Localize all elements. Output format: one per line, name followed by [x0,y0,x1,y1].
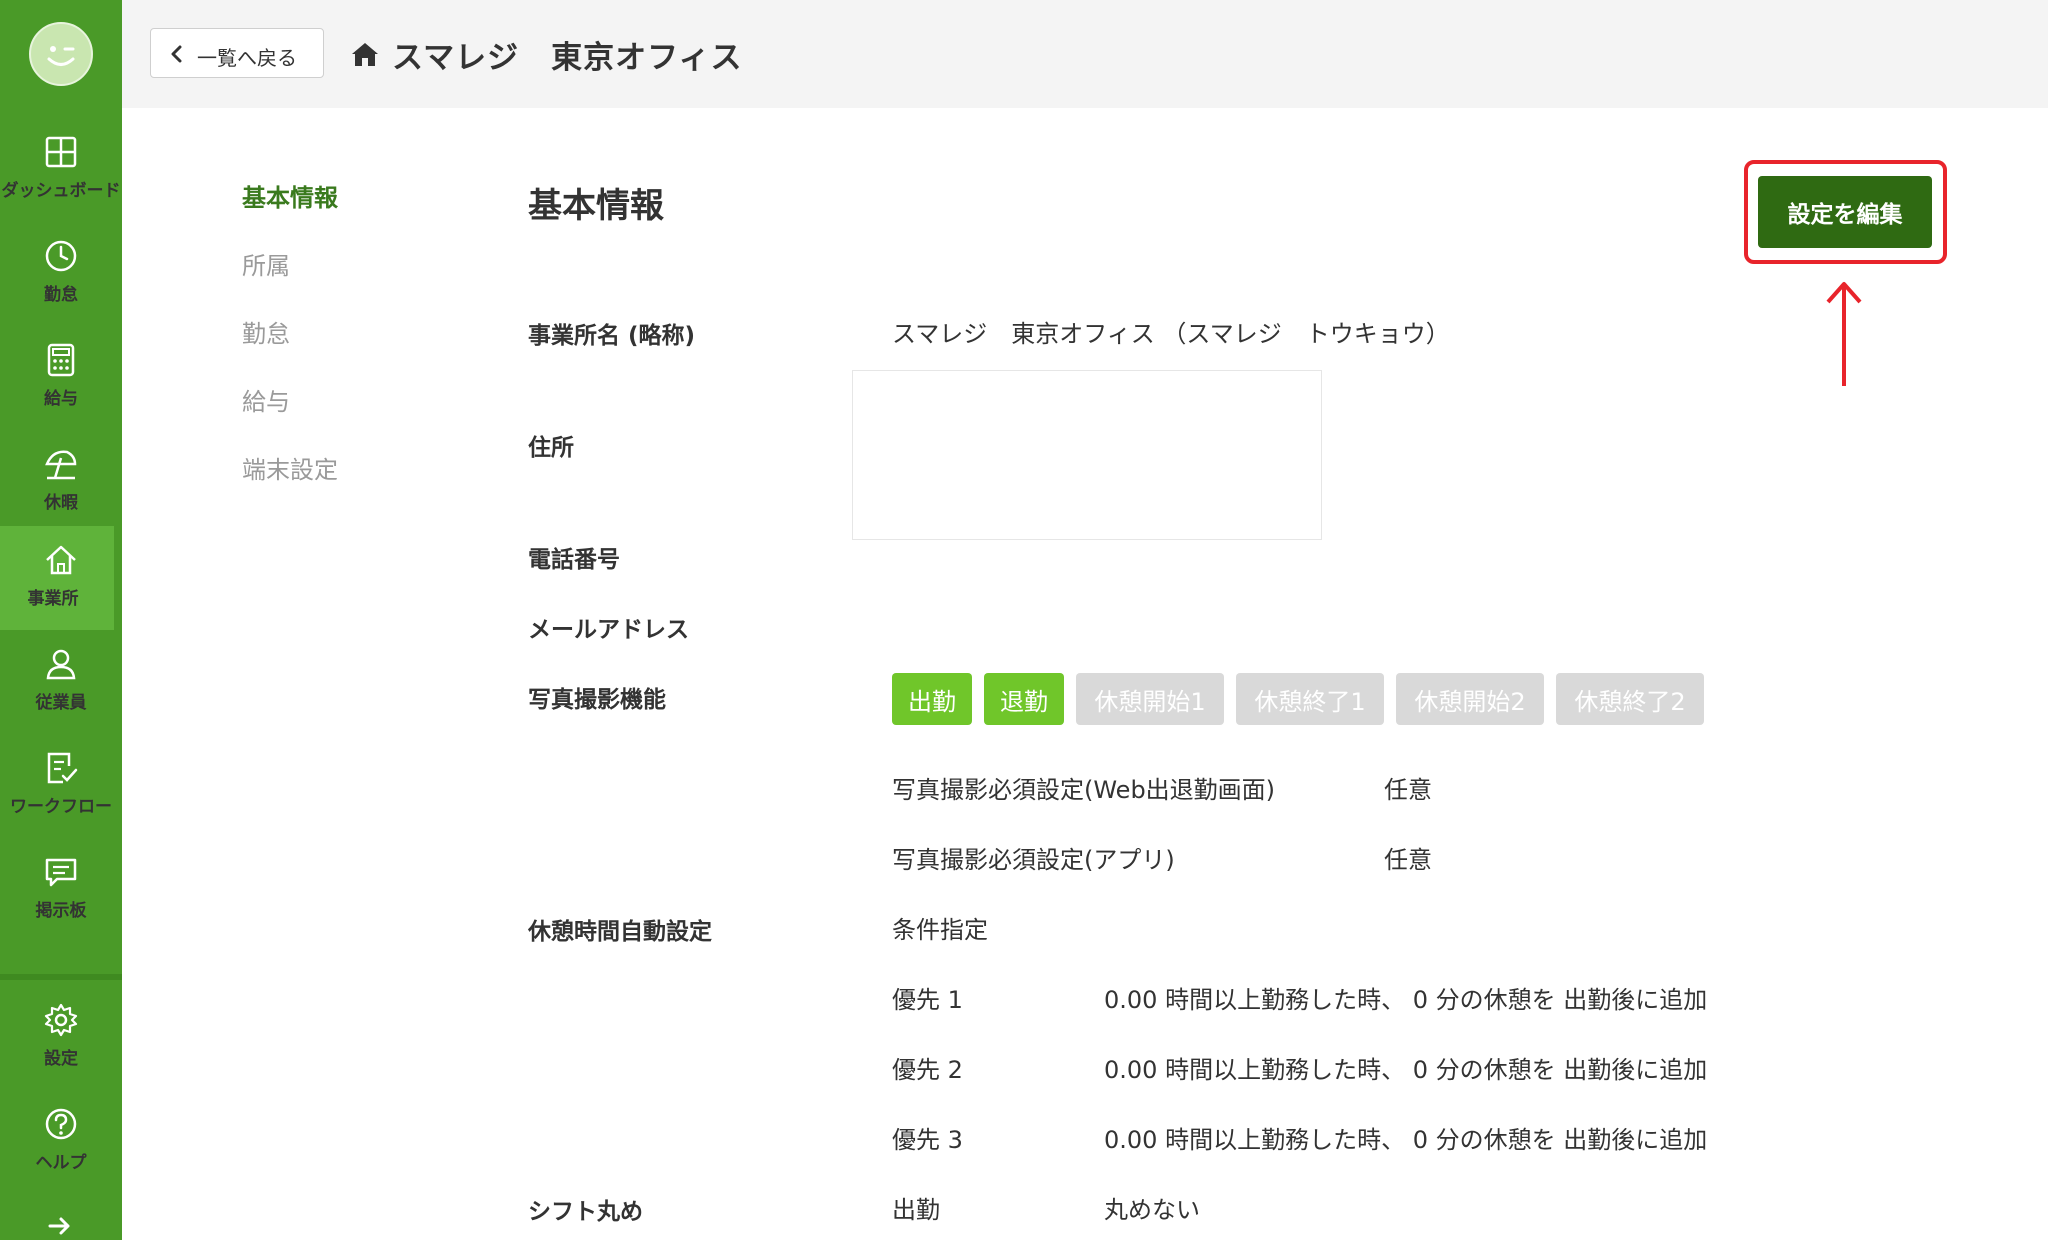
sidebar-item-label: 掲示板 [35,901,87,921]
sidebar-item-label: 休暇 [44,493,78,513]
dashboard-icon [45,136,77,168]
sidebar: ダッシュボード 勤怠 給与 休暇 事業所 従業員 ワークフロー 掲示板 設定 ヘ… [0,0,122,1240]
break-rule-priority: 優先 2 [892,1056,963,1084]
back-to-list-button[interactable]: 一覧へ戻る [150,28,324,78]
photo-tag-break-start-2: 休憩開始2 [1396,673,1544,725]
break-rule-text: 0.00 時間以上勤務した時、 0 分の休憩を 出勤後に追加 [1104,986,1708,1014]
pointer-arrow-up-icon [1826,282,1862,386]
sidebar-item-label: ヘルプ [35,1153,87,1173]
sidebar-item-workflow[interactable]: ワークフロー [0,734,122,838]
page-title: スマレジ 東京オフィス [350,34,743,76]
subnav-item-affiliation[interactable]: 所属 [242,246,290,281]
photo-tag-break-end-2: 休憩終了2 [1556,673,1704,725]
break-auto-label: 休憩時間自動設定 [528,919,712,945]
person-icon [46,649,76,680]
photo-tag-break-start-1: 休憩開始1 [1076,673,1224,725]
email-label: メールアドレス [528,617,689,643]
checklist-icon [47,752,78,784]
break-rule-text: 0.00 時間以上勤務した時、 0 分の休憩を 出勤後に追加 [1104,1056,1708,1084]
app-logo[interactable] [29,22,93,86]
help-icon [45,1108,77,1140]
sidebar-item-label: 給与 [44,389,78,409]
sidebar-item-label: ダッシュボード [1,181,121,201]
sidebar-item-help[interactable]: ヘルプ [0,1090,122,1194]
break-mode-value: 条件指定 [892,916,988,944]
gear-icon [44,1003,78,1037]
photo-app-required-label: 写真撮影必須設定(アプリ) [892,846,1175,874]
sidebar-item-dashboard[interactable]: ダッシュボード [0,118,122,222]
message-icon [45,858,77,887]
shift-rounding-value: 丸めない [1104,1196,1200,1224]
photo-tag-clock-in: 出勤 [892,673,972,725]
sidebar-item-label: ワークフロー [10,797,112,817]
break-rule-text: 0.00 時間以上勤務した時、 0 分の休憩を 出勤後に追加 [1104,1126,1708,1154]
back-button-label: 一覧へ戻る [197,46,297,70]
sidebar-item-label: 設定 [44,1049,78,1069]
office-name-label: 事業所名 (略称) [528,323,696,349]
top-header-bar: 一覧へ戻る スマレジ 東京オフィス [122,0,2048,108]
sidebar-item-payroll[interactable]: 給与 [0,326,122,430]
home-icon [352,43,378,66]
subnav-item-basic-info[interactable]: 基本情報 [242,178,338,213]
break-rule-priority: 優先 3 [892,1126,963,1154]
shift-rounding-label: シフト丸め [528,1199,643,1225]
address-box [852,370,1322,540]
photo-tags: 出勤 退勤 休憩開始1 休憩終了1 休憩開始2 休憩終了2 [892,673,1704,725]
sidebar-item-office[interactable]: 事業所 [0,526,114,630]
sidebar-item-attendance[interactable]: 勤怠 [0,222,122,326]
home-icon [46,545,76,575]
sidebar-item-label: 事業所 [27,589,79,609]
photo-function-label: 写真撮影機能 [528,687,666,713]
sidebar-item-board[interactable]: 掲示板 [0,838,122,942]
photo-tag-break-end-1: 休憩終了1 [1236,673,1384,725]
photo-tag-clock-out: 退勤 [984,673,1064,725]
phone-label: 電話番号 [528,547,620,573]
beach-umbrella-icon [45,450,77,480]
photo-web-required-label: 写真撮影必須設定(Web出退勤画面) [892,776,1276,804]
section-title: 基本情報 [528,186,664,226]
office-name-value: スマレジ 東京オフィス （スマレジ トウキョウ） [892,320,1450,348]
subnav-item-terminal-settings[interactable]: 端末設定 [242,450,338,485]
break-rule-priority: 優先 1 [892,986,963,1014]
subnav-item-payroll[interactable]: 給与 [242,382,290,417]
clock-icon [45,240,77,272]
edit-settings-button[interactable]: 設定を編集 [1758,176,1932,248]
photo-web-required-value: 任意 [1384,776,1432,804]
chevron-left-icon [171,45,182,63]
sidebar-item-employees[interactable]: 従業員 [0,630,122,734]
shift-rounding-type: 出勤 [892,1196,940,1224]
store-name: スマレジ 東京オフィス [392,39,743,76]
address-label: 住所 [528,435,574,461]
sidebar-item-settings[interactable]: 設定 [0,986,122,1090]
photo-app-required-value: 任意 [1384,846,1432,874]
smiley-logo-icon [47,46,75,66]
subnav-item-attendance[interactable]: 勤怠 [242,314,290,349]
sidebar-item-label: 従業員 [35,693,87,713]
sidebar-item-label: 勤怠 [44,285,78,305]
calculator-icon [47,343,75,377]
sidebar-item-leave[interactable]: 休暇 [0,430,122,534]
expand-sidebar-icon[interactable] [48,1216,72,1236]
